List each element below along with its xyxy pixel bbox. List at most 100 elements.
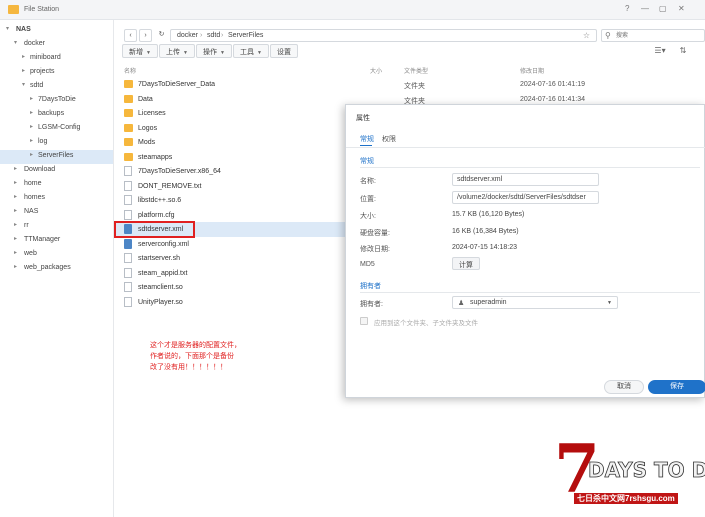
divider bbox=[346, 147, 705, 148]
sidebar-item-download[interactable]: ▸ Download bbox=[0, 164, 113, 178]
sidebar-item-projects[interactable]: ▸ projects bbox=[0, 66, 113, 80]
column-date[interactable]: 修改日期 bbox=[520, 66, 544, 75]
minimize-icon[interactable]: — bbox=[641, 4, 649, 13]
maximize-icon[interactable]: ▢ bbox=[659, 4, 667, 13]
star-icon[interactable]: ☆ bbox=[583, 31, 590, 40]
text-file-icon bbox=[124, 180, 132, 191]
collapse-icon[interactable]: ▸ bbox=[30, 109, 33, 116]
settings-button[interactable]: 设置 bbox=[270, 44, 298, 58]
collapse-icon[interactable]: ▸ bbox=[30, 137, 33, 144]
file-icon bbox=[124, 253, 132, 263]
sidebar-item-sdtd[interactable]: ▾ sdtd bbox=[0, 80, 113, 94]
collapse-icon[interactable]: ▸ bbox=[30, 123, 33, 130]
sidebar-item-backups[interactable]: ▸ backups bbox=[0, 108, 113, 122]
breadcrumb-separator: › bbox=[200, 32, 203, 39]
collapse-icon[interactable]: ▸ bbox=[30, 151, 33, 158]
file-icon bbox=[124, 166, 132, 176]
sidebar-item-log[interactable]: ▸ log bbox=[0, 136, 113, 150]
breadcrumb-sdtd[interactable]: sdtd bbox=[207, 32, 220, 39]
file-icon bbox=[124, 209, 132, 220]
collapse-icon[interactable]: ▸ bbox=[14, 249, 17, 256]
collapse-icon[interactable]: ▸ bbox=[14, 179, 17, 186]
divider bbox=[360, 167, 700, 168]
breadcrumb-separator: › bbox=[221, 32, 224, 39]
collapse-icon[interactable]: ▸ bbox=[22, 53, 25, 60]
sort-icon[interactable]: ⇅ bbox=[676, 44, 690, 58]
collapse-icon[interactable]: ▸ bbox=[30, 95, 33, 102]
column-name[interactable]: 名称 bbox=[124, 66, 136, 75]
collapse-icon[interactable]: ▸ bbox=[14, 263, 17, 270]
collapse-icon[interactable]: ▸ bbox=[14, 207, 17, 214]
breadcrumb-serverfiles[interactable]: ServerFiles bbox=[228, 32, 263, 39]
breadcrumb-docker[interactable]: docker bbox=[177, 32, 198, 39]
section-general-title: 常规 bbox=[360, 158, 374, 165]
apply-recursive-checkbox[interactable] bbox=[360, 317, 368, 325]
apply-recursive-label: 应用到这个文件夹、子文件夹及文件 bbox=[374, 320, 478, 327]
column-size[interactable]: 大小 bbox=[370, 66, 382, 75]
sidebar-item-ttmanager[interactable]: ▸ TTManager bbox=[0, 234, 113, 248]
highlight-box bbox=[114, 221, 195, 238]
search-input[interactable] bbox=[616, 31, 700, 41]
folder-icon bbox=[124, 80, 133, 88]
collapse-icon[interactable]: ▸ bbox=[14, 165, 17, 172]
sidebar-item-web-packages[interactable]: ▸ web_packages bbox=[0, 262, 113, 276]
new-button[interactable]: 新增 ▼ bbox=[122, 44, 158, 58]
owner-select[interactable]: ♟ superadmin ▼ bbox=[452, 296, 618, 309]
section-owner-title: 拥有者 bbox=[360, 283, 381, 290]
window-titlebar: File Station ? — ▢ ✕ bbox=[0, 0, 705, 20]
list-view-icon[interactable]: ☰▾ bbox=[650, 44, 670, 58]
collapse-icon[interactable]: ▸ bbox=[14, 221, 17, 228]
sidebar-item-serverfiles[interactable]: ▸ ServerFiles bbox=[0, 150, 113, 164]
owner-label: 拥有者: bbox=[360, 301, 383, 308]
caret-down-icon: ▼ bbox=[220, 50, 225, 56]
tab-permissions[interactable]: 权限 bbox=[382, 134, 396, 144]
expand-icon[interactable]: ▾ bbox=[6, 25, 9, 32]
folder-icon bbox=[124, 94, 133, 103]
file-icon bbox=[124, 282, 132, 292]
expand-icon[interactable]: ▾ bbox=[14, 39, 17, 46]
size-label: 大小: bbox=[360, 213, 376, 220]
tools-button[interactable]: 工具 ▼ bbox=[233, 44, 269, 58]
action-button[interactable]: 操作 ▼ bbox=[196, 44, 232, 58]
sidebar-item-nas[interactable]: ▾ NAS bbox=[0, 24, 113, 38]
collapse-icon[interactable]: ▸ bbox=[14, 193, 17, 200]
active-tab-indicator bbox=[360, 145, 372, 146]
save-button[interactable]: 保存 bbox=[648, 380, 705, 394]
path-bar[interactable]: docker › sdtd › ServerFiles ☆ bbox=[170, 29, 597, 42]
collapse-icon[interactable]: ▸ bbox=[22, 67, 25, 74]
forward-button[interactable]: › bbox=[139, 29, 152, 42]
tab-general[interactable]: 常规 bbox=[360, 134, 374, 144]
help-icon[interactable]: ? bbox=[625, 4, 629, 13]
expand-icon[interactable]: ▾ bbox=[22, 81, 25, 88]
file-row[interactable]: 7DaysToDieServer_Data 文件夹 2024-07-16 01:41… bbox=[114, 77, 705, 92]
folder-icon bbox=[124, 138, 133, 146]
back-button[interactable]: ‹ bbox=[124, 29, 137, 42]
upload-button[interactable]: 上传 ▼ bbox=[159, 44, 195, 58]
sidebar-item-miniboard[interactable]: ▸ miniboard bbox=[0, 52, 113, 66]
cancel-button[interactable]: 取消 bbox=[604, 380, 644, 394]
sidebar-item-homes[interactable]: ▸ homes bbox=[0, 192, 113, 206]
sidebar-item-lgsm-config[interactable]: ▸ LGSM-Config bbox=[0, 122, 113, 136]
text-file-icon bbox=[124, 267, 132, 278]
column-type[interactable]: 文件类型 bbox=[404, 66, 428, 75]
window-title: File Station bbox=[24, 6, 60, 13]
disk-size-value: 16 KB (16,384 Bytes) bbox=[452, 228, 519, 235]
sidebar-item-7daystodie[interactable]: ▸ 7DaysToDie bbox=[0, 94, 113, 108]
refresh-icon[interactable]: ↻ bbox=[155, 29, 168, 42]
file-list-header: 名称 大小 文件类型 修改日期 bbox=[114, 64, 705, 76]
location-field[interactable]: /volume2/docker/sdtd/ServerFiles/sdtdser bbox=[452, 191, 599, 204]
collapse-icon[interactable]: ▸ bbox=[14, 235, 17, 242]
sidebar-item-nas-share[interactable]: ▸ NAS bbox=[0, 206, 113, 220]
search-box[interactable]: ⚲ bbox=[601, 29, 705, 42]
name-field[interactable]: sdtdserver.xml bbox=[452, 173, 599, 186]
sidebar-item-web[interactable]: ▸ web bbox=[0, 248, 113, 262]
action-toolbar: 新增 ▼ 上传 ▼ 操作 ▼ 工具 ▼ 设置 ☰▾ ⇅ bbox=[114, 44, 705, 60]
size-value: 15.7 KB (16,120 Bytes) bbox=[452, 211, 525, 218]
caret-down-icon: ▼ bbox=[183, 50, 188, 56]
sidebar-item-docker[interactable]: ▾ docker bbox=[0, 38, 113, 52]
caret-down-icon: ▼ bbox=[146, 50, 151, 56]
close-icon[interactable]: ✕ bbox=[678, 4, 685, 13]
calculate-md5-button[interactable]: 计算 bbox=[452, 257, 480, 270]
sidebar-item-home[interactable]: ▸ home bbox=[0, 178, 113, 192]
sidebar-item-rr[interactable]: ▸ rr bbox=[0, 220, 113, 234]
